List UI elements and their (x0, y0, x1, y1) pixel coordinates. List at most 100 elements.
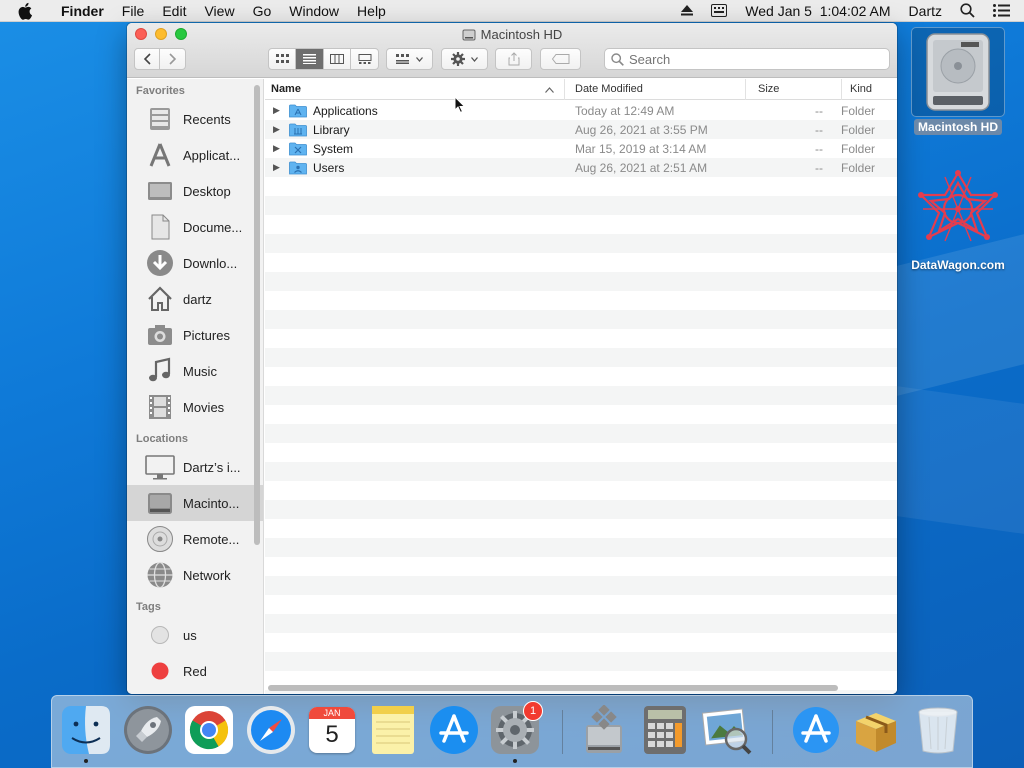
window-title-text: Macintosh HD (480, 27, 563, 42)
sidebar-section-favorites: Favorites (136, 85, 185, 97)
eject-icon[interactable] (672, 5, 702, 16)
column-header-kind[interactable]: Kind (842, 79, 897, 100)
keyboard-viewer-icon[interactable] (702, 4, 736, 17)
desktop-item-datawagon[interactable]: DataWagon.com (903, 165, 1013, 273)
dock-app-trash[interactable] (912, 704, 964, 756)
dock-app-boot-camp-assistant[interactable] (578, 704, 630, 756)
apple-menu-icon[interactable] (18, 2, 40, 20)
list-view-icon (303, 54, 316, 64)
menu-file[interactable]: File (113, 0, 154, 22)
notification-badge: 1 (523, 701, 543, 721)
gallery-view-button[interactable] (351, 49, 378, 69)
share-button[interactable] (495, 48, 532, 70)
forward-button[interactable] (160, 49, 185, 69)
sidebar-item-desktop[interactable]: Desktop (127, 173, 263, 209)
icon-view-button[interactable] (269, 49, 296, 69)
disclosure-triangle-icon[interactable]: ▶ (273, 105, 283, 116)
spotlight-search-icon[interactable] (951, 3, 984, 18)
sidebar-item-label: us (183, 627, 197, 643)
sidebar-scrollbar[interactable] (254, 85, 260, 545)
column-header-size[interactable]: Size (746, 79, 842, 100)
list-row-library[interactable]: ▶ Library Aug 26, 2021 at 3:55 PM -- Fol… (265, 120, 897, 139)
sidebar-item-recents[interactable]: Recents (127, 101, 263, 137)
sidebar-item-home[interactable]: dartz (127, 281, 263, 317)
name-cell: ▶ Users (265, 161, 565, 175)
sidebar-item-applications[interactable]: Applicat... (127, 137, 263, 173)
dock-app-chrome[interactable] (183, 704, 235, 756)
menu-go[interactable]: Go (244, 0, 281, 22)
menu-edit[interactable]: Edit (153, 0, 195, 22)
sidebar-item-macintosh-hd[interactable]: Macinto... (127, 485, 263, 521)
sidebar-item-network[interactable]: Network (127, 557, 263, 593)
chevron-left-icon (143, 53, 151, 65)
list-row-applications[interactable]: ▶ Applications Today at 12:49 AM -- Fold… (265, 101, 897, 120)
disclosure-triangle-icon[interactable]: ▶ (273, 124, 283, 135)
sidebar-tag-us[interactable]: us (127, 617, 263, 653)
search-input[interactable] (629, 51, 869, 67)
tag-color-dot-icon (145, 620, 175, 650)
menu-help[interactable]: Help (348, 0, 395, 22)
nav-buttons (134, 48, 186, 70)
list-row-users[interactable]: ▶ Users Aug 26, 2021 at 2:51 AM -- Folde… (265, 158, 897, 177)
home-icon (145, 284, 175, 314)
menu-user[interactable]: Dartz (900, 3, 951, 19)
menu-finder[interactable]: Finder (52, 0, 113, 22)
dock-app-finder[interactable] (60, 704, 112, 763)
chevron-right-icon (168, 53, 176, 65)
group-by-button[interactable] (386, 48, 433, 70)
column-view-button[interactable] (324, 49, 351, 69)
sidebar-item-remote-disc[interactable]: Remote... (127, 521, 263, 557)
dock-app-launchpad[interactable] (122, 704, 174, 756)
notes-icon (372, 706, 414, 754)
desktop-item-macintosh-hd[interactable]: Macintosh HD (908, 27, 1008, 135)
sidebar-tag-red[interactable]: Red (127, 653, 263, 689)
search-field[interactable] (604, 48, 890, 70)
disclosure-triangle-icon[interactable]: ▶ (273, 143, 283, 154)
list-row-system[interactable]: ▶ System Mar 15, 2019 at 3:14 AM -- Fold… (265, 139, 897, 158)
sidebar-item-label: Dartz’s i... (183, 459, 241, 475)
notification-center-icon[interactable] (984, 4, 1024, 17)
app-store-icon (430, 706, 478, 754)
sidebar-item-documents[interactable]: Docume... (127, 209, 263, 245)
boot-camp-icon (586, 705, 622, 753)
back-button[interactable] (135, 49, 160, 69)
sidebar-item-downloads[interactable]: Downlo... (127, 245, 263, 281)
dock-app-calculator[interactable] (639, 704, 691, 756)
edit-tags-button[interactable] (540, 48, 581, 70)
dock: JAN 5 1 (51, 695, 973, 768)
list-view-button[interactable] (296, 49, 324, 69)
disclosure-triangle-icon[interactable]: ▶ (273, 162, 283, 173)
dock-app-installer-package[interactable] (850, 704, 902, 756)
window-title: Macintosh HD (127, 27, 897, 42)
name-cell: ▶ Library (265, 123, 565, 137)
action-menu-button[interactable] (441, 48, 488, 70)
dock-app-calendar[interactable]: JAN 5 (306, 704, 358, 756)
desktop-item-label: DataWagon.com (911, 258, 1005, 272)
sidebar-item-pictures[interactable]: Pictures (127, 317, 263, 353)
sidebar-item-computer[interactable]: Dartz’s i... (127, 449, 263, 485)
column-header-date[interactable]: Date Modified (565, 79, 746, 100)
list-header: Name Date Modified Size Kind (265, 79, 897, 100)
menu-view[interactable]: View (195, 0, 243, 22)
dock-app-applications-stack[interactable] (790, 704, 842, 756)
dock-app-preview[interactable] (700, 704, 752, 756)
view-mode-control (268, 48, 379, 70)
dock-app-system-preferences[interactable]: 1 (489, 701, 543, 763)
chevron-down-icon (416, 56, 423, 62)
menu-window[interactable]: Window (280, 0, 348, 22)
sidebar-item-movies[interactable]: Movies (127, 389, 263, 425)
finder-icon (62, 706, 110, 754)
dock-app-notes[interactable] (367, 704, 419, 756)
desktop-item-label: Macintosh HD (913, 119, 1002, 135)
menu-clock[interactable]: Wed Jan 5 1:04:02 AM (736, 3, 899, 19)
sidebar-item-music[interactable]: Music (127, 353, 263, 389)
kind-cell: Folder (841, 141, 876, 156)
horizontal-scrollbar[interactable] (268, 685, 838, 691)
hard-drive-icon (145, 488, 175, 518)
column-header-name[interactable]: Name (265, 79, 565, 100)
dock-app-app-store[interactable] (428, 704, 480, 756)
group-icon (396, 54, 409, 64)
library-folder-icon (289, 123, 307, 136)
dock-app-safari[interactable] (245, 704, 297, 756)
sidebar-section-locations: Locations (136, 433, 188, 445)
